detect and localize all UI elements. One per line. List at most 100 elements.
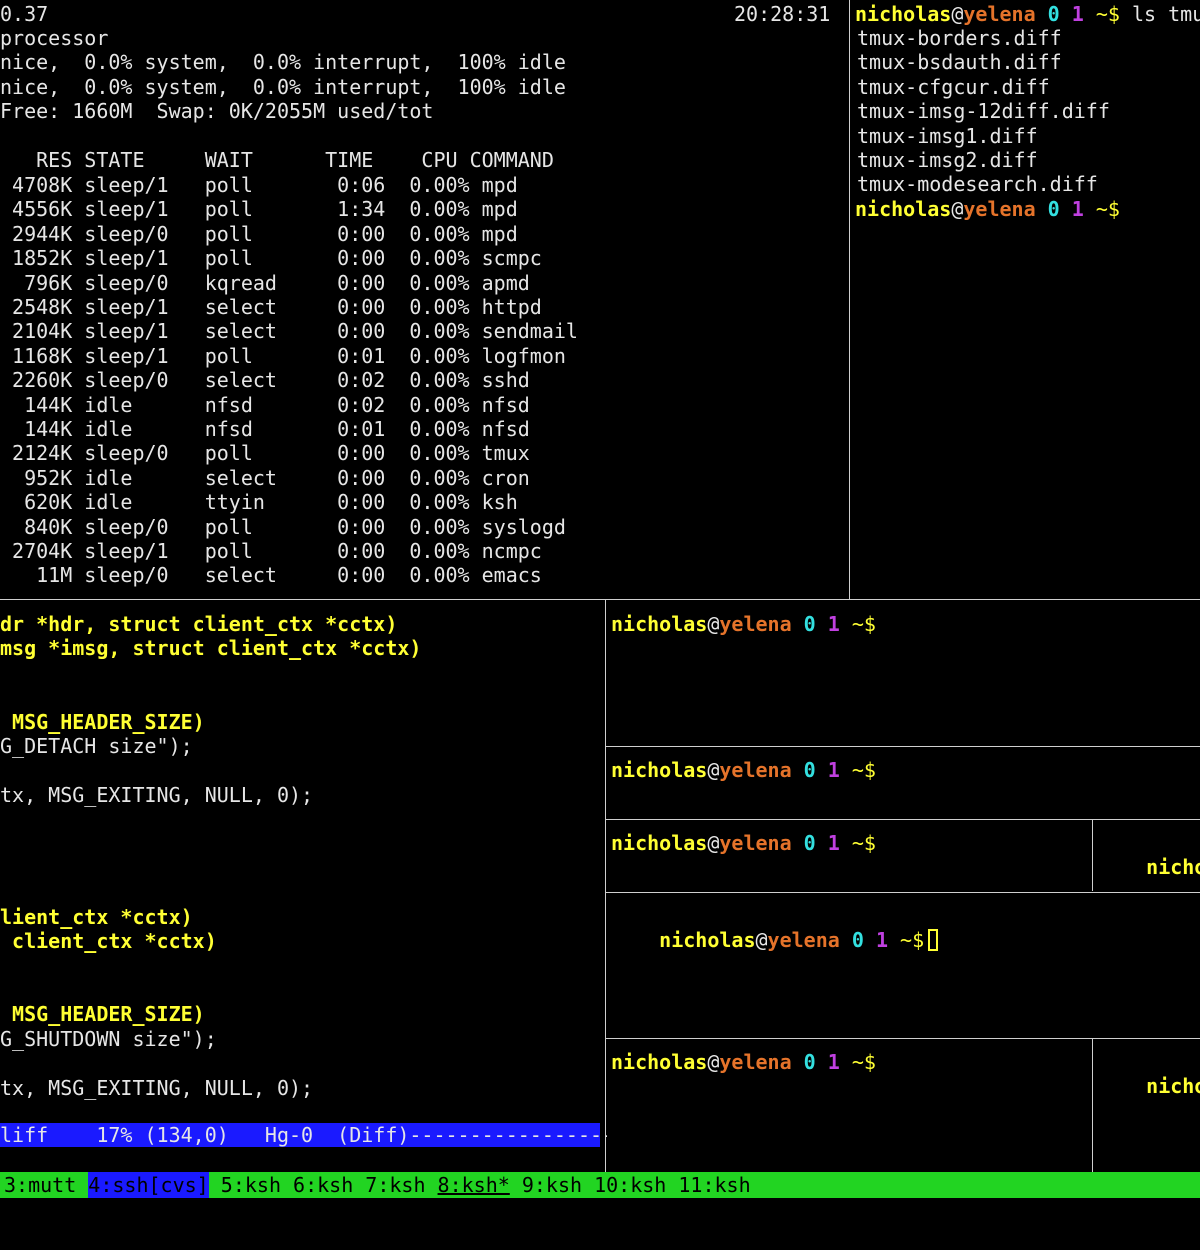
prompt-dir: ~$ — [1095, 196, 1120, 221]
shell-pane-7[interactable]: nicholas — [1094, 1039, 1200, 1171]
text-cursor — [928, 929, 939, 951]
tmux-status-bar: 3:mutt 4:ssh[cvs] 5:ksh 6:ksh 7:ksh 8:ksh* 9:k… — [0, 1172, 1200, 1198]
shell-prompt: nicholas@yelena 0 1 ~$ — [611, 831, 876, 855]
pane-divider[interactable] — [1092, 1039, 1093, 1172]
top-header-line: processor — [0, 26, 109, 50]
prompt-n1: 1 — [875, 928, 888, 952]
prompt-at: @ — [707, 1050, 720, 1074]
prompt-user: nicholas — [659, 928, 756, 952]
prompt-n1: 1 — [1071, 196, 1084, 221]
process-row: 1168K sleep/1 poll 0:01 0.00% logfmon — [0, 343, 566, 368]
prompt-host: yelena — [963, 2, 1036, 26]
prompt-n0: 0 — [1047, 2, 1060, 26]
process-columns: RES STATE WAIT TIME CPU COMMAND — [0, 148, 554, 172]
prompt-n0: 0 — [803, 1050, 816, 1074]
process-row: 2124K sleep/0 poll 0:00 0.00% tmux — [0, 441, 530, 466]
window-tab-8[interactable]: 8:ksh* — [438, 1172, 510, 1198]
process-row: 144K idle nfsd 0:01 0.00% nfsd — [0, 417, 530, 441]
editor-line: client_ctx *cctx) — [0, 929, 217, 954]
ls-file: tmux-modesearch.diff — [857, 172, 1098, 197]
process-row: 2704K sleep/1 poll 0:00 0.00% ncmpc — [0, 539, 542, 563]
prompt-dir: ~$ — [1095, 2, 1120, 26]
process-row: 840K sleep/0 poll 0:00 0.00% syslogd — [0, 514, 566, 539]
prompt-n1: 1 — [827, 758, 840, 782]
process-row: 796K sleep/0 kqread 0:00 0.00% apmd — [0, 270, 530, 295]
prompt-n0: 0 — [851, 928, 864, 952]
editor-line: lient_ctx *cctx) — [0, 904, 193, 929]
ls-file: tmux-cfgcur.diff — [857, 74, 1050, 99]
prompt-dir: ~$ — [900, 928, 925, 952]
process-row: 2944K sleep/0 poll 0:00 0.00% mpd — [0, 221, 518, 246]
shell-prompt: nicholas@yelena 0 1 ~$ — [855, 197, 1120, 221]
window-tab-6[interactable]: 6:ksh — [293, 1172, 353, 1198]
editor-line: msg *imsg, struct client_ctx *cctx) — [0, 636, 422, 661]
shell-prompt: nicholas@yelena 0 1 ~$ — [611, 1050, 876, 1074]
prompt-n0: 0 — [1047, 196, 1060, 221]
shell-pane-3[interactable]: nicholas@yelena 0 1 ~$ — [607, 820, 1091, 891]
editor-line: dr *hdr, struct client_ctx *cctx) — [0, 612, 398, 636]
process-row: 1852K sleep/1 poll 0:00 0.00% scmpc — [0, 246, 542, 271]
prompt-user: nicholas — [611, 612, 708, 636]
prompt-n0: 0 — [803, 831, 816, 855]
prompt-at: @ — [707, 612, 720, 636]
prompt-host: yelena — [719, 758, 792, 782]
prompt-user: nicholas — [611, 758, 708, 782]
prompt-n1: 1 — [827, 1050, 840, 1074]
editor-modeline: liff 17% (134,0) Hg-0 (Diff)------------… — [0, 1123, 615, 1147]
window-tab-3[interactable]: 3:mutt — [4, 1172, 76, 1198]
clock: 20:28:31 — [734, 2, 831, 26]
top-pane[interactable]: 0.37 20:28:31 processor nice, 0.0% system… — [0, 0, 848, 598]
prompt-n0: 0 — [803, 758, 816, 782]
editor-pane[interactable]: dr *hdr, struct client_ctx *cctx) msg *im… — [0, 600, 604, 1171]
window-tab-10[interactable]: 10:ksh — [594, 1172, 666, 1198]
ls-file: tmux-imsg2.diff — [857, 148, 1038, 172]
prompt-at: @ — [951, 2, 964, 26]
shell-pane-2[interactable]: nicholas@yelena 0 1 ~$ — [607, 747, 1200, 818]
prompt-at: @ — [707, 758, 720, 782]
prompt-n1: 1 — [827, 612, 840, 636]
ls-file: tmux-bsdauth.diff — [857, 50, 1062, 75]
window-tab-7[interactable]: 7:ksh — [365, 1172, 425, 1198]
process-row: 620K idle ttyin 0:00 0.00% ksh — [0, 490, 518, 515]
pane-divider[interactable] — [849, 0, 850, 599]
prompt-n0: 0 — [803, 612, 816, 636]
process-row: 2104K sleep/1 select 0:00 0.00% sendmail — [0, 319, 578, 344]
prompt-host: yelena — [719, 831, 792, 855]
shell-pane-4[interactable]: nicholas — [1094, 820, 1200, 891]
process-row: 4556K sleep/1 poll 1:34 0.00% mpd — [0, 197, 518, 222]
prompt-user: nicholas — [1146, 855, 1200, 879]
prompt-host: yelena — [767, 928, 840, 952]
process-row: 2260K sleep/0 select 0:02 0.00% sshd — [0, 368, 530, 393]
ls-file: tmux-borders.diff — [857, 26, 1062, 50]
prompt-host: yelena — [719, 1050, 792, 1074]
prompt-dir: ~$ — [851, 612, 876, 636]
ls-pane[interactable]: nicholas@yelena 0 1 ~$ ls tmu tmux-border… — [851, 0, 1200, 598]
process-row: 2548K sleep/1 select 0:00 0.00% httpd — [0, 295, 542, 319]
editor-line: G_DETACH size"); — [0, 734, 193, 758]
shell-pane-6[interactable]: nicholas@yelena 0 1 ~$ — [607, 1039, 1091, 1171]
prompt-host: yelena — [719, 612, 792, 636]
editor-line: G_SHUTDOWN size"); — [0, 1026, 217, 1051]
shell-pane-1[interactable]: nicholas@yelena 0 1 ~$ — [607, 600, 1200, 745]
window-tab-5[interactable]: 5:ksh — [221, 1172, 281, 1198]
process-row: 952K idle select 0:00 0.00% cron — [0, 465, 530, 490]
prompt-n1: 1 — [827, 831, 840, 855]
editor-line: tx, MSG_EXITING, NULL, 0); — [0, 782, 314, 807]
top-header-line: Free: 1660M Swap: 0K/2055M used/tot — [0, 99, 434, 124]
window-tab-9[interactable]: 9:ksh — [522, 1172, 582, 1198]
window-tab-11[interactable]: 11:ksh — [678, 1172, 750, 1198]
prompt-n1: 1 — [1071, 2, 1084, 26]
prompt-at: @ — [755, 928, 768, 952]
pane-divider[interactable] — [1092, 820, 1093, 891]
editor-line: MSG_HEADER_SIZE) — [0, 709, 205, 734]
window-tab-4[interactable]: 4:ssh[cvs] — [88, 1172, 209, 1198]
shell-prompt-active[interactable]: nicholas@yelena 0 1 ~$ — [611, 904, 939, 952]
ls-command: ls tmu — [1132, 2, 1200, 26]
shell-prompt: nicholas@yelena 0 1 ~$ — [611, 612, 876, 636]
pane-divider[interactable] — [605, 600, 606, 1172]
shell-pane-5[interactable]: nicholas@yelena 0 1 ~$ — [607, 893, 1200, 1037]
load-average: 0.37 — [0, 2, 49, 26]
editor-line: tx, MSG_EXITING, NULL, 0); — [0, 1075, 314, 1100]
prompt-user: nicholas — [855, 2, 952, 26]
ls-file: tmux-imsg1.diff — [857, 123, 1038, 148]
